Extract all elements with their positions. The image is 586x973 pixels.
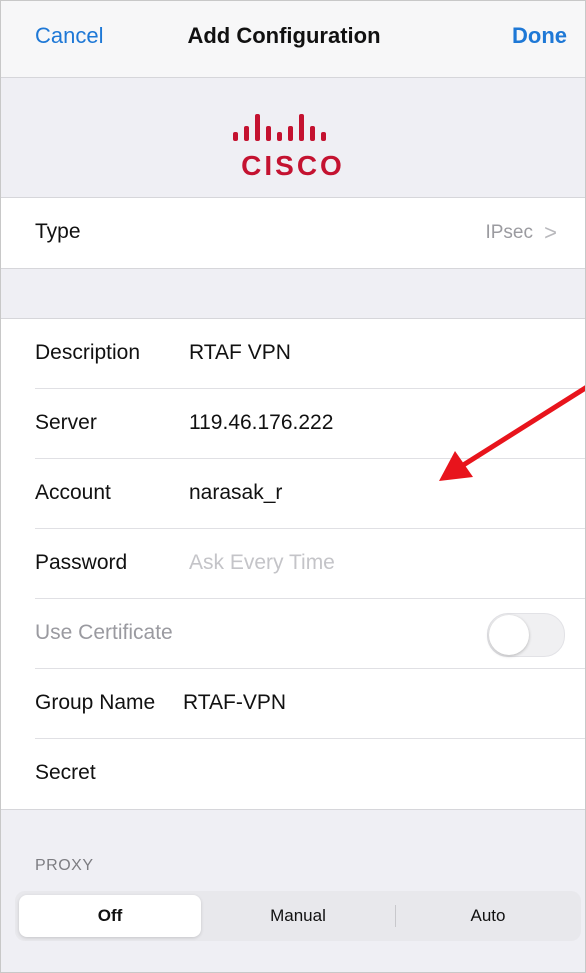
cisco-logo: CISCO	[223, 110, 363, 182]
segment-divider	[395, 905, 396, 927]
group-name-field[interactable]: RTAF-VPN	[183, 691, 286, 715]
type-row[interactable]: Type IPsec >	[1, 198, 585, 268]
proxy-option-auto[interactable]: Auto	[399, 895, 577, 937]
password-row[interactable]: Password Ask Every Time	[1, 529, 585, 599]
account-label: Account	[35, 481, 111, 504]
type-value: IPsec	[485, 222, 533, 243]
done-button[interactable]: Done	[512, 23, 567, 49]
group-name-label: Group Name	[35, 691, 156, 714]
description-row[interactable]: Description RTAF VPN	[1, 319, 585, 389]
secret-label: Secret	[35, 761, 96, 784]
group-name-row[interactable]: Group Name RTAF-VPN	[1, 669, 585, 739]
navigation-bar: Cancel Add Configuration Done	[1, 1, 585, 78]
proxy-option-off[interactable]: Off	[19, 895, 201, 937]
use-certificate-row: Use Certificate	[1, 599, 585, 669]
type-label: Type	[35, 220, 81, 243]
description-field[interactable]: RTAF VPN	[189, 341, 291, 365]
toggle-knob	[489, 615, 529, 655]
page-title: Add Configuration	[187, 23, 381, 48]
chevron-right-icon: >	[544, 220, 557, 245]
account-field[interactable]: narasak_r	[189, 481, 282, 505]
description-label: Description	[35, 341, 141, 364]
use-certificate-toggle[interactable]	[487, 613, 565, 657]
password-label: Password	[35, 551, 128, 574]
proxy-segmented-control: Off Manual Auto	[15, 891, 581, 941]
server-label: Server	[35, 411, 97, 434]
cisco-wordmark: CISCO	[241, 150, 345, 181]
proxy-option-manual[interactable]: Manual	[205, 895, 391, 937]
server-field[interactable]: 119.46.176.222	[189, 411, 333, 435]
vpn-config-screen: Cancel Add Configuration Done CISCO Type…	[0, 0, 586, 973]
cisco-bars-icon	[233, 114, 326, 141]
secret-row[interactable]: Secret	[1, 739, 585, 809]
use-certificate-label: Use Certificate	[35, 621, 173, 644]
logo-area: CISCO	[1, 78, 585, 197]
type-group: Type IPsec >	[1, 197, 585, 269]
red-arrow-icon	[439, 385, 585, 481]
proxy-section-header: PROXY	[35, 857, 94, 874]
password-field[interactable]: Ask Every Time	[189, 551, 335, 575]
